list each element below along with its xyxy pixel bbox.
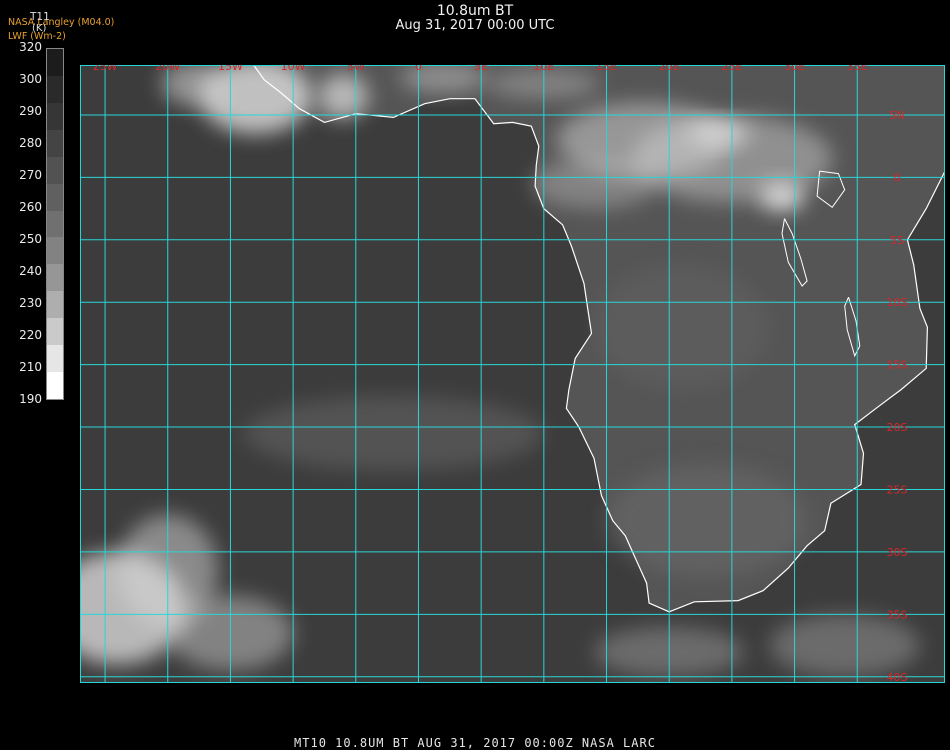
- colorbar-label: 320: [19, 40, 42, 54]
- latitude-label: 5N: [889, 109, 904, 122]
- longitude-label: 25E: [721, 65, 742, 73]
- map-title: 10.8um BT: [436, 3, 514, 19]
- colorbar-swatch: [47, 318, 63, 346]
- colorbar-label: 230: [19, 296, 42, 310]
- credit-source: NASA Langley (M04.0): [8, 17, 115, 28]
- colorbar-swatch: [47, 372, 63, 399]
- longitude-label: 15E: [596, 65, 617, 73]
- cloud-region: [242, 395, 544, 471]
- longitude-label: 10W: [281, 65, 306, 73]
- colorbar-label: 300: [19, 72, 42, 86]
- colorbar-labels: 320 300 290 280 270 260 250 240 230 220 210 190: [16, 40, 42, 410]
- colorbar-swatch: [47, 129, 63, 157]
- colorbar-swatch: [47, 291, 63, 319]
- colorbar-label: 270: [19, 168, 42, 182]
- longitude-label: 25W: [93, 65, 118, 73]
- map-canvas: 25W 20W 15W 10W 5W 0 5E 10E 15E 20E 25E 30E 35E 5N 0 5S…: [80, 65, 945, 683]
- longitude-label: 20W: [155, 65, 180, 73]
- colorbar-label: 260: [19, 200, 42, 214]
- colorbar-swatch: [47, 183, 63, 211]
- cloud-region: [769, 614, 920, 677]
- colorbar-label: 210: [19, 360, 42, 374]
- colorbar-label: 250: [19, 232, 42, 246]
- colorbar-label: 190: [19, 392, 42, 406]
- latitude-label: 15S: [887, 359, 908, 372]
- longitude-label: 5W: [347, 65, 365, 73]
- longitude-label: 20E: [659, 65, 680, 73]
- latitude-label: 10S: [887, 296, 908, 309]
- colorbar-swatch: [47, 345, 63, 373]
- satellite-map: 25W 20W 15W 10W 5W 0 5E 10E 15E 20E 25E 30E 35E 5N 0 5S…: [80, 65, 945, 683]
- latitude-label: 40S: [887, 671, 908, 683]
- colorbar-label: 220: [19, 328, 42, 342]
- colorbar-label: 240: [19, 264, 42, 278]
- latitude-label: 25S: [887, 483, 908, 496]
- colorbar-swatch: [47, 237, 63, 265]
- latitude-label: 35S: [887, 608, 908, 621]
- colorbar-label: 280: [19, 136, 42, 150]
- latitude-label: 30S: [887, 546, 908, 559]
- longitude-label: 5E: [474, 65, 488, 73]
- colorbar-swatch: [47, 264, 63, 292]
- latitude-label: 5S: [890, 234, 904, 247]
- colorbar-title: T11: [30, 11, 50, 23]
- longitude-label: 10E: [533, 65, 554, 73]
- colorbar-label: 290: [19, 104, 42, 118]
- land-patch: [593, 264, 770, 390]
- cloud-region: [531, 158, 657, 209]
- colorbar-unit: (K): [32, 23, 47, 34]
- cloud-region: [759, 181, 805, 212]
- colorbar-swatch: [47, 102, 63, 130]
- map-timestamp: Aug 31, 2017 00:00 UTC: [395, 18, 555, 33]
- cloud-region: [688, 121, 751, 147]
- latitude-label: 20S: [887, 421, 908, 434]
- colorbar-swatch: [47, 156, 63, 184]
- cloud-region: [318, 73, 369, 119]
- colorbar-swatch: [47, 75, 63, 103]
- colorbar: [46, 48, 64, 400]
- colorbar-swatch: [47, 49, 63, 76]
- longitude-label: 30E: [784, 65, 805, 73]
- map-footer: MT10 10.8UM BT AUG 31, 2017 00:00Z NASA …: [294, 736, 656, 750]
- colorbar-swatch: [47, 210, 63, 238]
- longitude-label: 0: [415, 65, 422, 73]
- longitude-label: 15W: [218, 65, 243, 73]
- longitude-label: 35E: [847, 65, 868, 73]
- latitude-label: 0: [894, 171, 901, 184]
